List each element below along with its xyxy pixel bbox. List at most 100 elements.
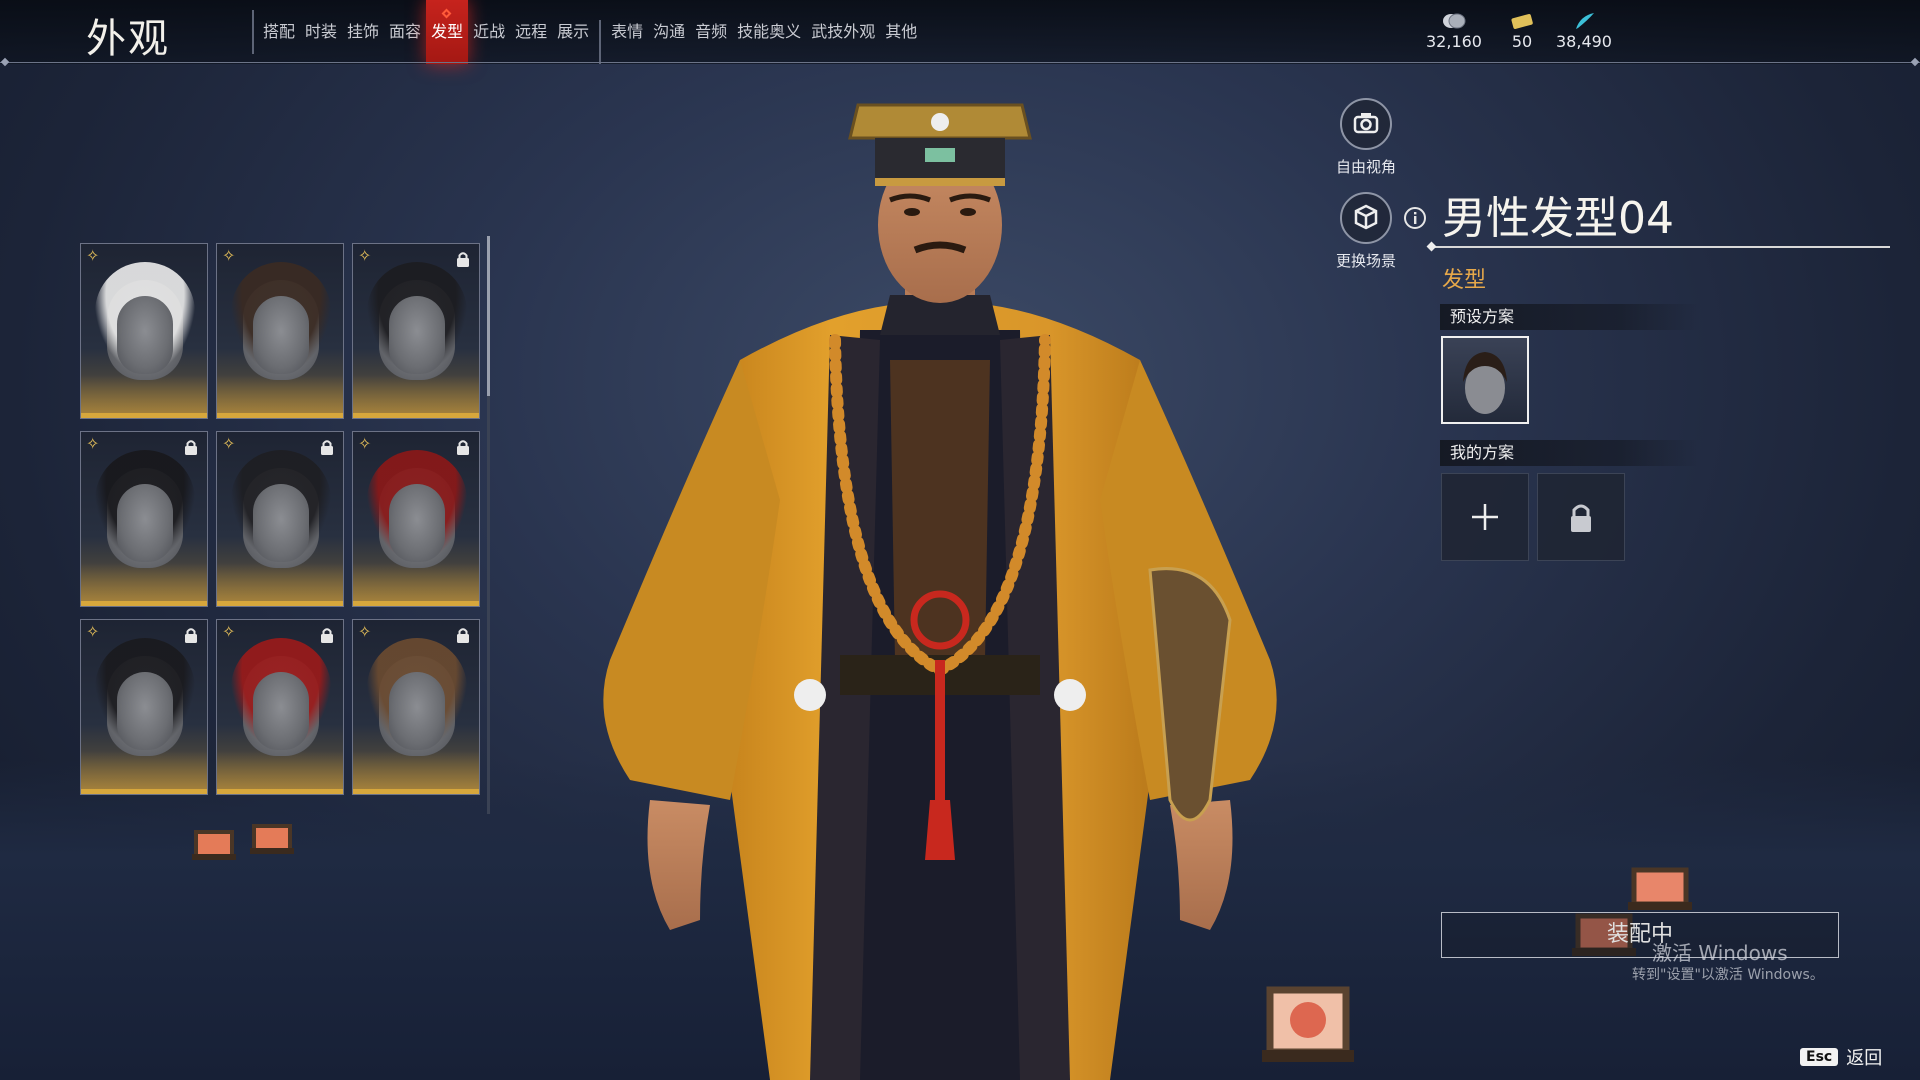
tab-audio[interactable]: 音频	[690, 0, 732, 64]
hairstyle-cell[interactable]: ✧	[216, 431, 344, 607]
rarity-star-icon: ✧	[222, 434, 236, 453]
rarity-star-icon: ✧	[358, 246, 372, 265]
hairstyle-cell[interactable]: ✧	[352, 243, 480, 419]
lock-icon	[457, 440, 469, 455]
tab-bar: 搭配 时装 挂饰 面容 发型 近战 远程 展示 表情 沟通 音频 技能奥义 武技…	[258, 0, 922, 64]
cell-rarity-bar	[81, 413, 207, 418]
tab-fashion[interactable]: 时装	[300, 0, 342, 64]
locked-scheme-slot[interactable]	[1537, 473, 1625, 561]
mannequin-face	[117, 484, 173, 562]
cell-rarity-bar	[353, 601, 479, 606]
cell-rarity-glow	[353, 375, 479, 413]
free-view-label: 自由视角	[1335, 158, 1396, 176]
cell-rarity-glow	[217, 563, 343, 601]
mannequin-face	[253, 484, 309, 562]
mannequin-face	[253, 672, 309, 750]
cell-rarity-bar	[353, 789, 479, 794]
tab-martial-appearance[interactable]: 武技外观	[806, 0, 880, 64]
cell-rarity-glow	[81, 751, 207, 789]
page-title: 外观	[86, 16, 170, 62]
grid-scrollbar-thumb[interactable]	[487, 236, 490, 396]
cell-rarity-glow	[81, 563, 207, 601]
cell-rarity-bar	[217, 413, 343, 418]
lock-icon	[321, 628, 333, 643]
hairstyle-cell[interactable]: ✧	[216, 619, 344, 795]
preset-section-header: 预设方案	[1440, 304, 1700, 330]
currency-feather: 38,490	[1556, 12, 1612, 51]
cell-rarity-glow	[353, 563, 479, 601]
mannequin-face	[253, 296, 309, 374]
currency-ticket: 50	[1502, 12, 1542, 51]
hairstyle-cell[interactable]: ✧	[352, 619, 480, 795]
tab-other[interactable]: 其他	[880, 0, 922, 64]
item-category: 发型	[1442, 268, 1487, 293]
cell-rarity-bar	[81, 601, 207, 606]
plus-icon	[1472, 504, 1498, 530]
cell-rarity-glow	[353, 751, 479, 789]
windows-watermark-subtitle: 转到"设置"以激活 Windows。	[1632, 967, 1824, 983]
rarity-star-icon: ✧	[222, 246, 236, 265]
tab-hairstyle[interactable]: 发型	[426, 0, 469, 64]
currency-silver-value: 32,160	[1426, 32, 1482, 51]
hairstyle-cell[interactable]: ✧	[352, 431, 480, 607]
mannequin-face	[389, 296, 445, 374]
lock-icon	[321, 440, 333, 455]
rarity-star-icon: ✧	[86, 622, 100, 641]
tab-skill-ultimate[interactable]: 技能奥义	[732, 0, 806, 64]
cell-rarity-glow	[217, 375, 343, 413]
back-button[interactable]: Esc 返回	[1800, 1044, 1882, 1070]
lock-icon	[1571, 504, 1591, 532]
back-label: 返回	[1846, 1048, 1883, 1069]
new-indicator-icon	[441, 8, 452, 19]
lock-icon	[457, 628, 469, 643]
mannequin-face	[389, 484, 445, 562]
tab-outfit-set[interactable]: 搭配	[258, 0, 300, 64]
esc-key-icon: Esc	[1800, 1048, 1839, 1066]
tab-face[interactable]: 面容	[384, 0, 426, 64]
silver-coin-icon	[1443, 13, 1466, 29]
change-scene-label: 更换场景	[1335, 252, 1396, 270]
cell-rarity-bar	[81, 789, 207, 794]
lock-icon	[185, 628, 197, 643]
info-icon[interactable]	[1403, 206, 1427, 230]
currency-feather-value: 38,490	[1556, 32, 1612, 51]
lock-icon	[457, 252, 469, 267]
tab-hairstyle-label: 发型	[431, 22, 464, 41]
title-underline	[1432, 246, 1890, 248]
hairstyle-cell[interactable]: ✧	[80, 619, 208, 795]
cell-rarity-bar	[353, 413, 479, 418]
tab-ranged[interactable]: 远程	[510, 0, 552, 64]
tab-emote[interactable]: 表情	[606, 0, 648, 64]
cell-rarity-bar	[217, 789, 343, 794]
tab-ornament[interactable]: 挂饰	[342, 0, 384, 64]
lock-icon	[185, 440, 197, 455]
top-bar: 外观 搭配 时装 挂饰 面容 发型 近战 远程 展示 表情 沟通 音频 技能奥义…	[0, 0, 1920, 64]
tab-display[interactable]: 展示	[552, 0, 594, 64]
item-name: 男性发型04	[1442, 193, 1674, 244]
cell-rarity-glow	[217, 751, 343, 789]
my-section-header: 我的方案	[1440, 440, 1700, 466]
currency-ticket-value: 50	[1511, 32, 1533, 51]
tab-group-separator	[594, 10, 606, 64]
tab-communication[interactable]: 沟通	[648, 0, 690, 64]
scene-cube-icon	[1354, 204, 1378, 230]
camera-icon	[1353, 113, 1379, 134]
preset-hairstyle-thumbnail[interactable]	[1441, 336, 1529, 424]
hairstyle-cell[interactable]: ✧	[80, 243, 208, 419]
windows-watermark-title: 激活 Windows	[1652, 941, 1788, 965]
mannequin-face	[389, 672, 445, 750]
character-model[interactable]	[590, 100, 1290, 1080]
hairstyle-cell[interactable]: ✧	[80, 431, 208, 607]
hairstyle-cell[interactable]: ✧	[216, 243, 344, 419]
lantern-left-1	[192, 830, 236, 860]
free-view-button[interactable]	[1340, 98, 1392, 150]
rarity-star-icon: ✧	[86, 246, 100, 265]
add-scheme-button[interactable]	[1441, 473, 1529, 561]
rarity-star-icon: ✧	[358, 434, 372, 453]
title-separator	[252, 10, 254, 54]
top-divider	[0, 62, 1920, 63]
rarity-star-icon: ✧	[358, 622, 372, 641]
cell-rarity-glow	[81, 375, 207, 413]
change-scene-button[interactable]	[1340, 192, 1392, 244]
tab-melee[interactable]: 近战	[468, 0, 510, 64]
